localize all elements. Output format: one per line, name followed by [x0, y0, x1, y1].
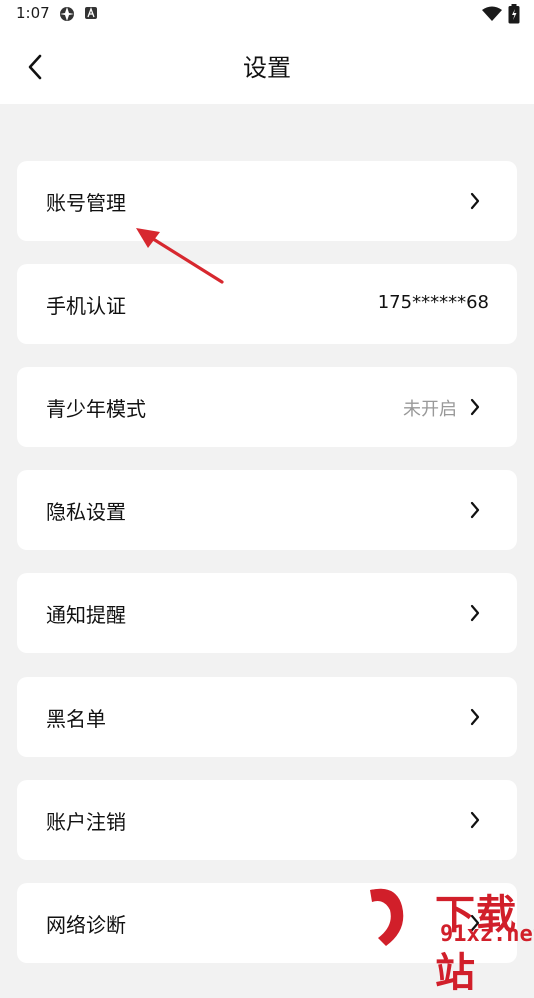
menu-item-label: 网络诊断 — [46, 913, 126, 937]
menu-item-label: 手机认证 — [46, 294, 126, 318]
chevron-right-icon — [470, 811, 480, 829]
chevron-right-icon — [470, 604, 480, 622]
chevron-right-icon — [470, 192, 480, 210]
menu-item-label: 青少年模式 — [46, 397, 146, 421]
page-title: 设置 — [243, 54, 291, 82]
chevron-right-icon — [470, 708, 480, 726]
menu-item-label: 黑名单 — [46, 707, 106, 731]
chevron-right-icon — [470, 398, 480, 416]
chevron-right-icon — [470, 501, 480, 519]
title-bar: 设置 — [0, 30, 534, 104]
app-notification-icon — [85, 7, 97, 19]
menu-item-value: 175******68 — [377, 292, 489, 313]
menu-item-label: 通知提醒 — [46, 603, 126, 627]
menu-item-teen-mode[interactable]: 青少年模式 未开启 — [17, 367, 517, 447]
menu-item-label: 账号管理 — [46, 191, 126, 215]
wifi-icon — [482, 6, 502, 21]
menu-item-phone-verification[interactable]: 手机认证 175******68 — [17, 264, 517, 344]
menu-item-privacy-settings[interactable]: 隐私设置 — [17, 470, 517, 550]
menu-item-account-management[interactable]: 账号管理 — [17, 161, 517, 241]
status-bar: 1:07 — [0, 0, 534, 30]
red-arrow-icon — [136, 228, 224, 284]
menu-item-label: 账户注销 — [46, 810, 126, 834]
status-time: 1:07 — [16, 4, 50, 22]
battery-icon — [508, 4, 520, 24]
settings-status-icon — [60, 7, 74, 21]
menu-item-label: 隐私设置 — [46, 500, 126, 524]
menu-item-value: 未开启 — [403, 399, 457, 420]
watermark-text-bottom: 91xz.net — [440, 922, 534, 947]
menu-item-blacklist[interactable]: 黑名单 — [17, 677, 517, 757]
menu-item-notification-reminder[interactable]: 通知提醒 — [17, 573, 517, 653]
menu-item-account-cancellation[interactable]: 账户注销 — [17, 780, 517, 860]
